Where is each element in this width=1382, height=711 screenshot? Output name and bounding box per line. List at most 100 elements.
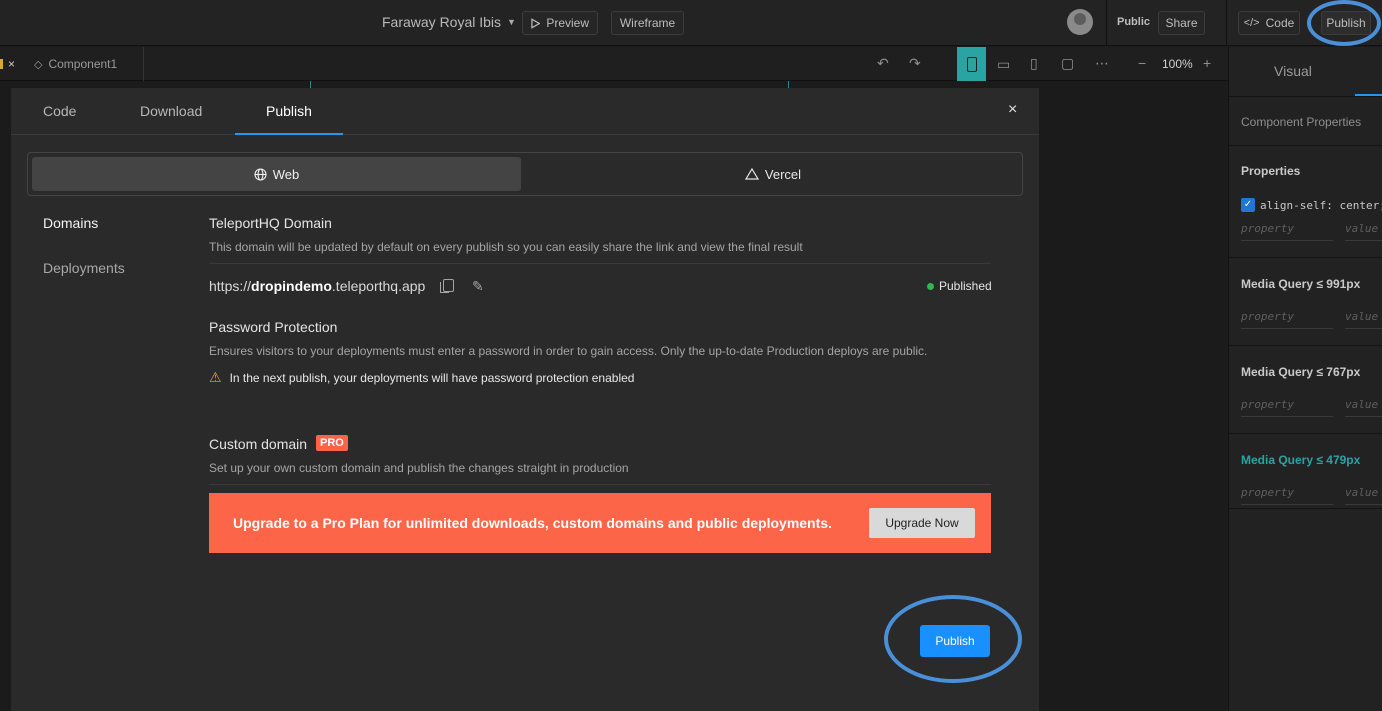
property-input[interactable]: property	[1241, 395, 1333, 417]
sidebar-item-domains[interactable]: Domains	[43, 215, 98, 231]
divider	[1229, 508, 1382, 509]
custom-domain-title: Custom domain	[209, 436, 308, 452]
preview-button[interactable]: Preview	[522, 11, 598, 35]
play-icon	[531, 17, 541, 29]
status-dot	[927, 282, 934, 290]
zoom-in-icon[interactable]: +	[1203, 55, 1211, 71]
media-query-767[interactable]: Media Query ≤ 767px	[1241, 365, 1360, 379]
share-label: Share	[1165, 16, 1198, 30]
custom-domain-desc: Set up your own custom domain and publis…	[209, 461, 629, 475]
code-icon: </>	[1243, 17, 1260, 29]
url-prefix: https://	[209, 278, 252, 294]
globe-icon	[254, 167, 267, 181]
divider	[1226, 0, 1227, 46]
property-value: align-self: center;	[1260, 199, 1382, 212]
web-label: Web	[272, 166, 300, 182]
zoom-out-icon[interactable]: −	[1138, 55, 1146, 71]
divider	[1106, 0, 1107, 46]
upgrade-now-button[interactable]: Upgrade Now	[869, 508, 975, 538]
component-properties-title: Component Properties	[1241, 115, 1362, 129]
divider	[1229, 96, 1382, 97]
teleport-domain-title: TeleportHQ Domain	[209, 215, 332, 231]
public-label: Public	[1117, 16, 1151, 28]
tab-component1[interactable]: ◇ Component1	[26, 47, 144, 81]
wireframe-label: Wireframe	[619, 16, 676, 30]
value-input[interactable]: value	[1345, 307, 1382, 329]
url-suffix: .teleporthq.app	[331, 278, 426, 294]
close-icon[interactable]: ×	[1008, 101, 1017, 119]
publish-modal: Code Download Publish × Web Vercel Domai…	[11, 88, 1039, 711]
highlight-ring	[1307, 0, 1381, 46]
platform-selector: Web Vercel	[27, 152, 1023, 196]
highlight-ring	[884, 595, 1022, 683]
user-avatar[interactable]	[1067, 9, 1093, 35]
wireframe-button[interactable]: Wireframe	[611, 11, 684, 35]
laptop-icon[interactable]: ▢	[1061, 55, 1074, 72]
active-tab-indicator	[235, 133, 343, 135]
project-name: Faraway Royal Ibis	[382, 14, 502, 30]
divider	[1229, 257, 1382, 258]
caret-down-icon: ▼	[507, 17, 516, 27]
warning-icon: ⚠	[209, 369, 222, 385]
tab-visual[interactable]: Visual	[1274, 63, 1312, 79]
properties-heading: Properties	[1241, 164, 1301, 178]
sub-toolbar: × ◇ Component1 ↶ ↷ ▭ ▯ ▢ ⋯ − +	[0, 47, 1228, 81]
pencil-icon[interactable]: ✎	[472, 278, 484, 295]
divider	[1229, 145, 1382, 146]
property-input[interactable]: property	[1241, 219, 1333, 241]
domain-url[interactable]: https://dropindemo.teleporthq.app	[209, 278, 425, 294]
tab-indicator	[0, 59, 3, 69]
media-query-991[interactable]: Media Query ≤ 991px	[1241, 277, 1360, 291]
project-selector[interactable]: Faraway Royal Ibis ▼	[382, 14, 516, 30]
web-option[interactable]: Web	[32, 157, 521, 191]
tab-publish[interactable]: Publish	[266, 103, 312, 119]
share-button[interactable]: Share	[1158, 11, 1205, 35]
property-input[interactable]: property	[1241, 307, 1333, 329]
divider	[209, 263, 991, 264]
right-panel: Visual Component Properties Properties ✓…	[1228, 47, 1382, 711]
preview-label: Preview	[546, 16, 589, 30]
desktop-icon[interactable]: ▭	[997, 56, 1010, 73]
tablet-portrait-icon[interactable]: ▯	[1030, 55, 1038, 72]
pro-badge: PRO	[316, 435, 348, 451]
redo-icon[interactable]: ↷	[909, 55, 921, 72]
modal-tabs: Code Download Publish ×	[11, 88, 1039, 135]
password-warning: ⚠ In the next publish, your deployments …	[209, 369, 634, 386]
tab-download[interactable]: Download	[140, 103, 202, 119]
password-desc: Ensures visitors to your deployments mus…	[209, 344, 928, 358]
divider	[209, 484, 991, 485]
teleport-domain-desc: This domain will be updated by default o…	[209, 240, 803, 254]
property-input[interactable]: property	[1241, 483, 1333, 505]
password-title: Password Protection	[209, 319, 338, 335]
divider	[1229, 433, 1382, 434]
status-badge: Published	[927, 279, 992, 293]
value-input[interactable]: value	[1345, 219, 1382, 241]
copy-icon[interactable]	[440, 279, 454, 293]
warning-text: In the next publish, your deployments wi…	[229, 370, 635, 385]
value-input[interactable]: value	[1345, 483, 1382, 505]
zoom-level: 100%	[1162, 57, 1193, 71]
triangle-icon	[744, 168, 759, 180]
top-bar: Faraway Royal Ibis ▼ Preview Wireframe P…	[0, 0, 1382, 46]
upgrade-banner: Upgrade to a Pro Plan for unlimited down…	[209, 493, 991, 553]
url-name: dropindemo	[251, 278, 332, 294]
component-icon: ◇	[34, 58, 43, 71]
media-query-479[interactable]: Media Query ≤ 479px	[1241, 453, 1360, 467]
more-icon[interactable]: ⋯	[1095, 55, 1109, 72]
tab-code[interactable]: Code	[43, 103, 76, 119]
sidebar-item-deployments[interactable]: Deployments	[43, 260, 125, 276]
status-label: Published	[939, 279, 992, 293]
divider	[1229, 345, 1382, 346]
undo-icon[interactable]: ↶	[877, 55, 889, 72]
code-button[interactable]: </> Code	[1238, 11, 1300, 35]
vercel-label: Vercel	[764, 166, 802, 182]
value-input[interactable]: value	[1345, 395, 1382, 417]
upgrade-text: Upgrade to a Pro Plan for unlimited down…	[233, 515, 832, 531]
property-checkbox[interactable]: ✓	[1241, 198, 1255, 212]
component-tab-label: Component1	[48, 57, 118, 71]
upgrade-now-label: Upgrade Now	[885, 516, 959, 530]
vercel-option[interactable]: Vercel	[526, 157, 1020, 191]
code-label: Code	[1265, 16, 1295, 30]
close-tab-icon[interactable]: ×	[8, 57, 15, 71]
mobile-device-button[interactable]	[957, 47, 986, 81]
